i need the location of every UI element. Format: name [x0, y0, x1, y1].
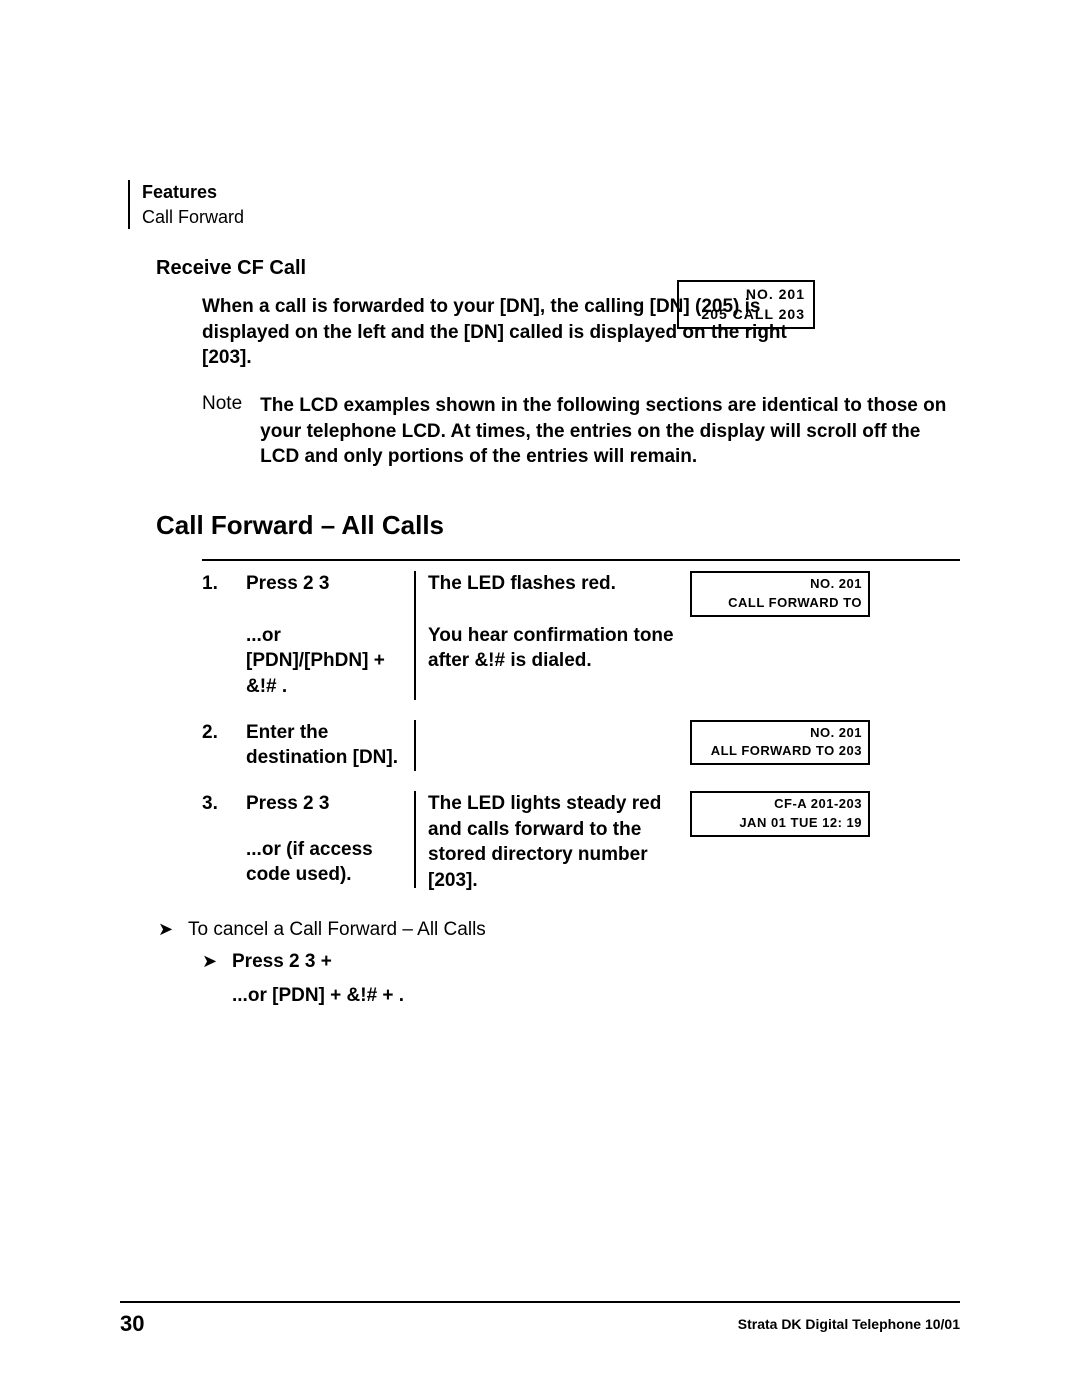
- step-lcd-cell: NO. 201 ALL FORWARD TO 203: [690, 720, 870, 766]
- step-num: 1.: [202, 571, 234, 597]
- step-action-line: ...or [PDN]/[PhDN] + &!# .: [246, 625, 385, 697]
- arrow-icon: ➤: [158, 919, 178, 940]
- step-action: Press 2 3 ...or [PDN]/[PhDN] + &!# .: [246, 571, 416, 700]
- lcd-line: 205 CALL 203: [701, 306, 805, 322]
- step-num: 2.: [202, 720, 234, 746]
- lcd-receive-cf: NO. 201 205 CALL 203: [677, 280, 815, 329]
- receive-cf-body: When a call is forwarded to your [DN], t…: [202, 294, 960, 371]
- cancel-line-row: ➤ ...or [PDN] + &!# + .: [202, 985, 960, 1007]
- step-result-line: You hear confirmation tone after &!# is …: [428, 625, 674, 672]
- step-result: The LED flashes red. You hear confirmati…: [428, 571, 678, 674]
- lcd-line: CF-A 201-203: [774, 796, 862, 811]
- lcd-step3: CF-A 201-203 JAN 01 TUE 12: 19: [690, 791, 870, 837]
- page-footer: 30 Strata DK Digital Telephone 10/01: [120, 1301, 960, 1337]
- lcd-line: NO. 201: [810, 576, 862, 591]
- step-result-line: The LED flashes red.: [428, 573, 616, 594]
- step-num: 3.: [202, 791, 234, 817]
- page: Features Call Forward Receive CF Call Wh…: [0, 0, 1080, 1397]
- step-row: 2. Enter the destination [DN]. NO. 201 A…: [202, 720, 960, 771]
- cancel-intro-row: ➤ To cancel a Call Forward – All Calls: [158, 919, 960, 941]
- step-action: Press 2 3 ...or (if access code used).: [246, 791, 416, 888]
- step-action-line: Enter the destination [DN].: [246, 722, 398, 769]
- cf-all-title: Call Forward – All Calls: [156, 510, 960, 541]
- receive-cf-title: Receive CF Call: [156, 257, 960, 280]
- header-features: Features: [142, 182, 217, 202]
- cancel-line1: Press 2 3 +: [232, 951, 332, 973]
- lcd-line: JAN 01 TUE 12: 19: [739, 815, 862, 830]
- section-divider: [202, 559, 960, 561]
- step-action-line: Press 2 3: [246, 573, 329, 594]
- cancel-sub: ➤ Press 2 3 + ➤ ...or [PDN] + &!# + .: [202, 951, 960, 1007]
- note-text: The LCD examples shown in the following …: [260, 393, 960, 470]
- step-row: 1. Press 2 3 ...or [PDN]/[PhDN] + &!# . …: [202, 571, 960, 700]
- step-action-line: Press 2 3: [246, 793, 329, 814]
- step-row: 3. Press 2 3 ...or (if access code used)…: [202, 791, 960, 894]
- publication-info: Strata DK Digital Telephone 10/01: [738, 1316, 960, 1332]
- lcd-step1: NO. 201 CALL FORWARD TO: [690, 571, 870, 617]
- note-row: Note The LCD examples shown in the follo…: [202, 393, 960, 470]
- arrow-icon: ➤: [202, 951, 222, 972]
- step-result: The LED lights steady red and calls forw…: [428, 791, 678, 894]
- cancel-intro: To cancel a Call Forward – All Calls: [188, 919, 486, 941]
- header-section: Call Forward: [142, 207, 244, 227]
- step-result-line: The LED lights steady red and calls forw…: [428, 793, 661, 891]
- cancel-line2: ...or [PDN] + &!# + .: [232, 985, 404, 1007]
- cf-all-steps: 1. Press 2 3 ...or [PDN]/[PhDN] + &!# . …: [202, 571, 960, 893]
- step-action-line: ...or (if access code used).: [246, 839, 373, 886]
- lcd-step2: NO. 201 ALL FORWARD TO 203: [690, 720, 870, 766]
- lcd-line: NO. 201: [746, 286, 805, 302]
- cancel-line-row: ➤ Press 2 3 +: [202, 951, 960, 973]
- lcd-line: CALL FORWARD TO: [728, 595, 862, 610]
- step-lcd-cell: NO. 201 CALL FORWARD TO: [690, 571, 870, 617]
- page-number: 30: [120, 1311, 144, 1337]
- lcd-line: ALL FORWARD TO 203: [711, 743, 862, 758]
- header-block: Features Call Forward: [128, 180, 960, 229]
- step-lcd-cell: CF-A 201-203 JAN 01 TUE 12: 19: [690, 791, 870, 837]
- step-action: Enter the destination [DN].: [246, 720, 416, 771]
- note-label: Note: [202, 393, 242, 470]
- lcd-line: NO. 201: [810, 725, 862, 740]
